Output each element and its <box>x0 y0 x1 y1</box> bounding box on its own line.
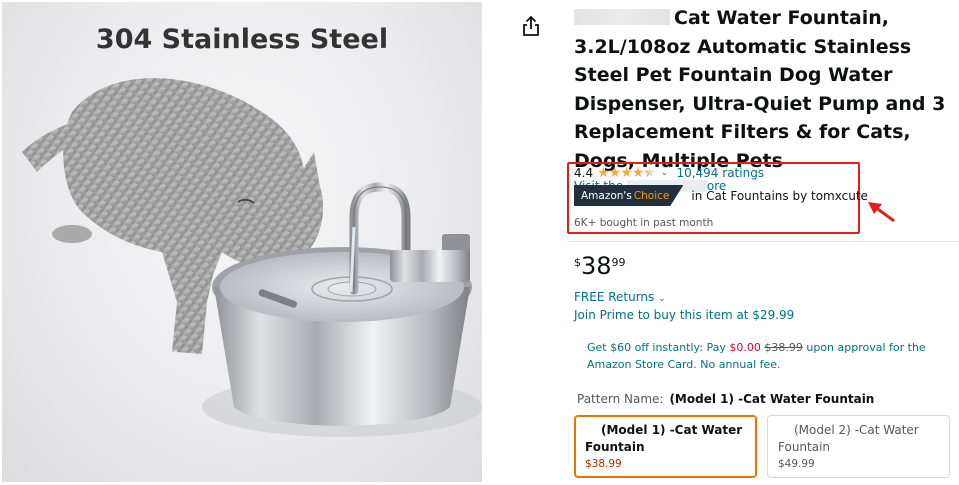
option-name-line2: Fountain <box>778 440 831 454</box>
bought-count: 6K+ bought in past month <box>574 217 714 229</box>
badge-prefix: Amazon's <box>581 189 632 202</box>
product-title: Cat Water Fountain, 3.2L/108oz Automatic… <box>574 4 959 175</box>
amazons-choice-badge[interactable]: Amazon's Choice <box>574 185 684 206</box>
image-caption: 304 Stainless Steel <box>95 24 389 55</box>
rating-value: 4.4 <box>574 166 594 180</box>
option-name-line2: Fountain <box>585 440 645 454</box>
star-icon: ★ <box>620 165 633 181</box>
price-whole: 38 <box>581 252 612 280</box>
option-name-line1: (Model 1) -Cat Water <box>601 423 743 437</box>
option-price: $38.99 <box>585 458 622 470</box>
pattern-option-model-1[interactable]: (Model 1) -Cat Water Fountain $38.99 <box>574 415 757 478</box>
product-title-text: Cat Water Fountain, 3.2L/108oz Automatic… <box>574 7 946 172</box>
option-name: (Model 2) -Cat Water Fountain <box>778 422 939 456</box>
pattern-selector-label: Pattern Name: (Model 1) -Cat Water Founta… <box>577 392 874 406</box>
option-name: (Model 1) -Cat Water Fountain <box>585 422 746 456</box>
option-name-line1: (Model 2) -Cat Water <box>794 423 919 437</box>
pattern-value: (Model 1) -Cat Water Fountain <box>669 392 875 406</box>
pattern-option-model-2[interactable]: (Model 2) -Cat Water Fountain $49.99 <box>767 415 950 478</box>
chevron-down-icon[interactable]: ⌄ <box>658 294 666 304</box>
price-symbol: $ <box>574 256 581 269</box>
option-price: $49.99 <box>778 458 815 470</box>
price: $ 38 99 <box>574 252 626 280</box>
star-rating[interactable]: ★ ★ ★ ★ ★ <box>597 165 656 181</box>
fountain-illustration <box>22 78 482 437</box>
star-icon: ★ <box>597 165 610 181</box>
pattern-label: Pattern Name: <box>577 392 664 406</box>
free-returns-label[interactable]: FREE Returns <box>574 290 654 304</box>
promo-text[interactable]: Get $60 off instantly: Pay <box>587 341 729 354</box>
star-half-icon: ★ <box>643 165 656 181</box>
ratings-count-link[interactable]: 10,494 ratings <box>676 166 764 180</box>
share-button[interactable] <box>520 14 542 38</box>
prime-offer-link[interactable]: Join Prime to buy this item at $29.99 <box>574 308 794 322</box>
promo-list-price: $38.99 <box>764 341 803 354</box>
chevron-down-icon[interactable]: ⌄ <box>661 168 669 178</box>
product-image[interactable]: 304 Stainless Steel <box>2 2 482 482</box>
free-returns-link[interactable]: FREE Returns ⌄ <box>574 290 666 304</box>
price-fraction: 99 <box>611 256 626 269</box>
annotation-arrow-icon <box>868 202 895 223</box>
brand-redaction <box>574 9 670 25</box>
section-divider <box>567 241 959 242</box>
star-icon: ★ <box>608 165 622 181</box>
badge-highlight: Choice <box>633 189 670 202</box>
star-icon: ★ <box>631 165 645 181</box>
choice-category: in Cat Fountains by tomxcute <box>691 188 868 203</box>
rating-row: 4.4 ★ ★ ★ ★ ★ ⌄ 10,494 ratings <box>574 165 764 181</box>
share-icon <box>523 15 539 36</box>
store-card-promo: Get $60 off instantly: Pay $0.00 $38.99 … <box>587 339 937 373</box>
amazons-choice-row: Amazon's Choice in Cat Fountains by tomxc… <box>574 185 868 206</box>
promo-pay-amount: $0.00 <box>729 341 761 354</box>
